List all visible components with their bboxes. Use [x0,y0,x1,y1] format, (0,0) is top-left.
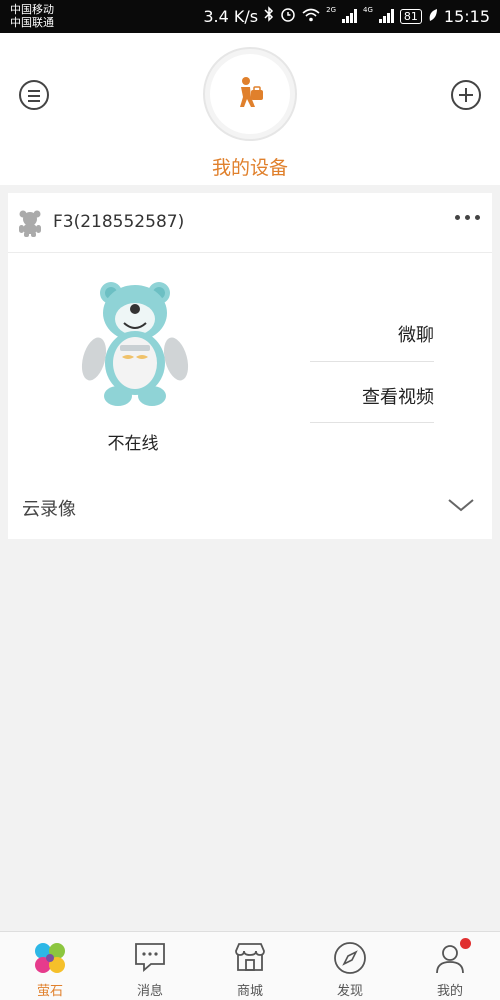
clock: 15:15 [443,6,490,26]
divider [310,361,434,362]
bluetooth-icon [264,6,274,26]
ezviz-logo-icon [33,941,67,979]
tab-mine[interactable]: 我的 [400,932,500,1000]
compass-icon [333,941,367,979]
device-card-header: F3(218552587) [8,193,492,253]
chat-button[interactable]: 微聊 [310,321,434,347]
status-bar: 中国移动 中国联通 3.4 K/s 2G 4G 81 15:15 [0,0,500,33]
robot-image[interactable] [76,281,196,415]
cloud-recording-label[interactable]: 云录像 [22,495,76,521]
signal-1-icon [342,9,357,23]
leaf-icon [428,7,438,26]
tab-messages[interactable]: 消息 [100,932,200,1000]
chevron-down-icon[interactable] [448,497,474,516]
device-status: 不在线 [107,434,159,454]
add-device-button[interactable] [451,80,481,110]
alarm-icon [280,6,296,26]
header: 我的设备 [0,33,500,185]
bottom-tab-bar: 萤石 消息 商城 发现 我的 [0,931,500,1000]
tab-label: 我的 [436,984,463,999]
page-title: 我的设备 [211,157,288,179]
notification-badge [460,938,471,949]
network-type-2: 4G [363,6,373,14]
tab-label: 萤石 [36,984,63,999]
network-speed: 3.4 K/s [203,6,259,26]
signal-2-icon [378,9,394,23]
person-with-bag-icon [233,75,267,113]
menu-button[interactable] [19,80,49,110]
carrier-info: 中国移动 中国联通 [10,3,54,29]
wifi-icon [302,7,320,26]
tab-ezviz[interactable]: 萤石 [0,932,100,1000]
message-icon [133,941,167,977]
battery-level: 81 [399,8,422,24]
bear-icon [18,209,42,241]
network-type-1: 2G [326,6,336,14]
device-avatar[interactable] [203,47,297,141]
tab-label: 发现 [336,984,363,999]
device-name: F3(218552587) [53,212,185,232]
carrier-1: 中国移动 [10,3,54,16]
tab-discover[interactable]: 发现 [300,932,400,1000]
carrier-2: 中国联通 [10,16,54,29]
store-icon [233,941,267,977]
view-video-button[interactable]: 查看视频 [310,383,434,409]
tab-store[interactable]: 商城 [200,932,300,1000]
more-options-icon[interactable] [455,215,480,220]
device-card: F3(218552587) 不在线 微聊 查看视频 云录像 [8,193,492,539]
tab-label: 消息 [136,984,163,999]
tab-label: 商城 [236,984,263,999]
divider [310,422,434,423]
status-icons: 3.4 K/s 2G 4G 81 15:15 [203,6,490,26]
